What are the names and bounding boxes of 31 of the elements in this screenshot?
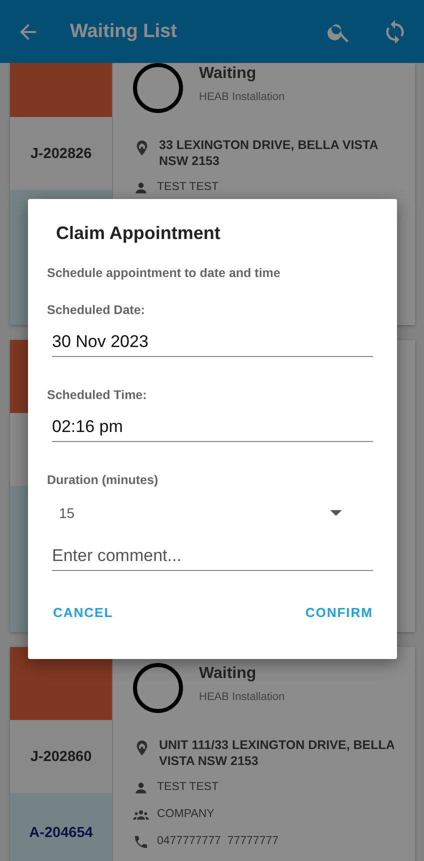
appointment-id: A-204654 [29, 825, 93, 841]
dropdown[interactable]: 15 [52, 501, 373, 525]
field-label: Duration (minutes) [47, 473, 158, 487]
phone-icon [133, 834, 149, 850]
company-name: COMPANY [157, 807, 214, 822]
job-id: J-202826 [30, 146, 92, 162]
address: UNIT 111/33 LEXINGTON DRIVE, BELLA VISTA NSW 2153 [159, 737, 396, 769]
comment-field[interactable]: Enter comment... [52, 546, 373, 571]
job-id: J-202860 [30, 748, 92, 764]
job-type: HEAB Installation [199, 91, 285, 103]
contact-name: TEST TEST [157, 180, 219, 195]
input-field[interactable]: 02:16 pm [52, 417, 373, 442]
address: 33 LEXINGTON DRIVE, BELLA VISTA NSW 2153 [159, 137, 379, 169]
dialog-title: Claim Appointment [56, 223, 222, 244]
cancel-button[interactable]: CANCEL [53, 601, 114, 624]
person-icon [133, 780, 149, 796]
dialog-subtitle: Schedule appointment to date and time [47, 266, 282, 280]
person-icon [133, 180, 149, 196]
job-type: HEAB Installation [199, 691, 285, 703]
confirm-button[interactable]: CONFIRM [305, 601, 373, 624]
phone-number: 0477777777 77777777 [157, 834, 279, 849]
job-card[interactable]: J-202860 A-204654 Waiting HEAB Installation UNIT 111/33 LEXINGTON DRIVE, BELLA VISTA NSW 2153 TEST TEST COMPANY 0477777777 77777777 [10, 647, 415, 861]
input-field[interactable]: 30 Nov 2023 [52, 332, 373, 357]
job-status: Waiting [199, 65, 258, 83]
field-label: Scheduled Time: [47, 388, 147, 402]
field-label: Scheduled Date: [47, 303, 145, 317]
status-circle-icon [133, 63, 183, 113]
contact-name: TEST TEST [157, 780, 219, 795]
job-status: Waiting [199, 665, 258, 683]
screen-title: Waiting List [70, 20, 178, 42]
status-circle-icon [133, 663, 183, 713]
